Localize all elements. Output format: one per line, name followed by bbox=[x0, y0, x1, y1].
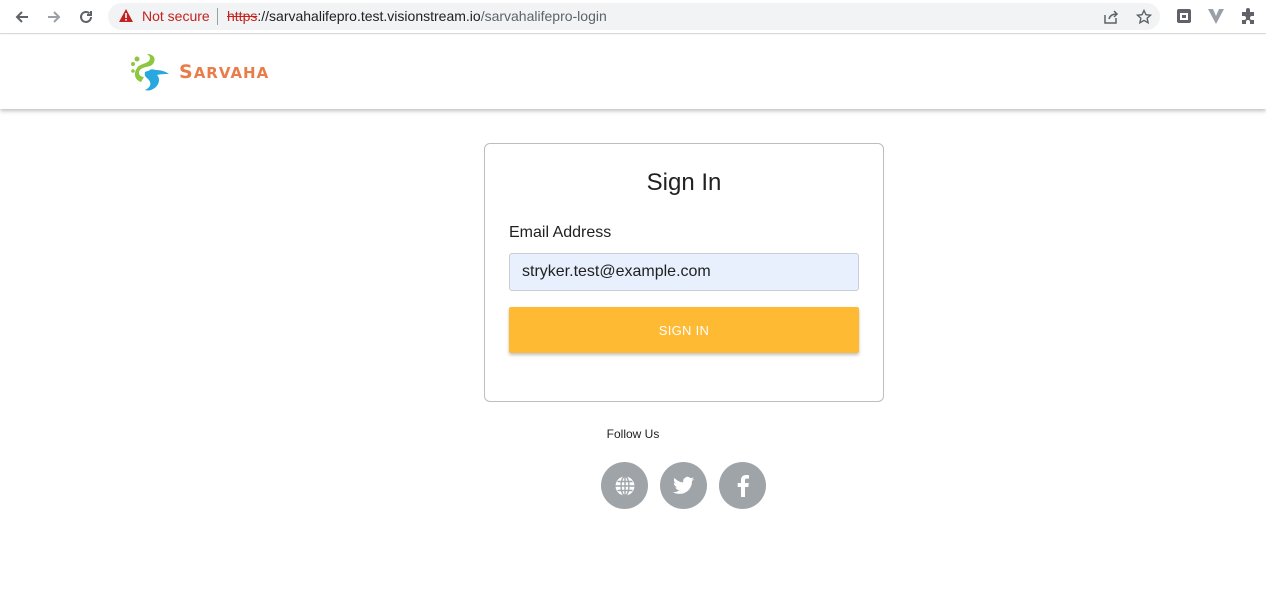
logo-wordmark: SARVAHA bbox=[179, 61, 269, 83]
url-scheme: https bbox=[227, 8, 258, 24]
reload-icon bbox=[80, 10, 92, 23]
twitter-link[interactable] bbox=[660, 462, 707, 509]
email-field[interactable] bbox=[509, 253, 859, 291]
logo-text-rest: ARVAHA bbox=[193, 64, 270, 82]
address-bar[interactable]: Not secure https://sarvahalifepro.test.v… bbox=[108, 3, 1160, 30]
extension-v-icon[interactable] bbox=[1206, 6, 1226, 26]
follow-us-label: Follow Us bbox=[606, 427, 660, 441]
back-button[interactable] bbox=[10, 5, 34, 29]
signin-card: Sign In Email Address SIGN IN bbox=[484, 143, 884, 402]
reload-button[interactable] bbox=[74, 5, 98, 29]
twitter-icon bbox=[672, 476, 694, 494]
browser-toolbar: Not secure https://sarvahalifepro.test.v… bbox=[0, 0, 1266, 34]
extensions-puzzle-icon[interactable] bbox=[1238, 6, 1258, 26]
signin-title: Sign In bbox=[646, 169, 722, 196]
site-header: SARVAHA bbox=[0, 35, 1266, 109]
back-arrow-icon bbox=[15, 11, 28, 23]
signin-button[interactable]: SIGN IN bbox=[509, 307, 859, 353]
facebook-icon bbox=[737, 474, 749, 497]
forward-arrow-icon bbox=[48, 11, 61, 23]
facebook-link[interactable] bbox=[719, 462, 766, 509]
separator bbox=[217, 8, 218, 25]
warning-icon bbox=[119, 9, 133, 22]
globe-link[interactable] bbox=[601, 462, 648, 509]
sarvaha-logo[interactable]: SARVAHA bbox=[129, 50, 269, 94]
forward-button[interactable] bbox=[42, 5, 66, 29]
extension-clipboard-icon[interactable] bbox=[1174, 6, 1194, 26]
url-text[interactable]: https://sarvahalifepro.test.visionstream… bbox=[227, 8, 607, 24]
share-icon[interactable] bbox=[1101, 7, 1121, 27]
url-path: /sarvahalifepro-login bbox=[480, 8, 607, 24]
bookmark-star-icon[interactable] bbox=[1134, 7, 1154, 27]
sarvaha-logo-icon bbox=[131, 54, 169, 91]
logo-initial: S bbox=[179, 61, 194, 83]
email-label: Email Address bbox=[509, 224, 612, 241]
url-host: ://sarvahalifepro.test.visionstream.io bbox=[257, 8, 481, 24]
globe-icon bbox=[615, 475, 634, 496]
security-label[interactable]: Not secure bbox=[142, 8, 210, 24]
